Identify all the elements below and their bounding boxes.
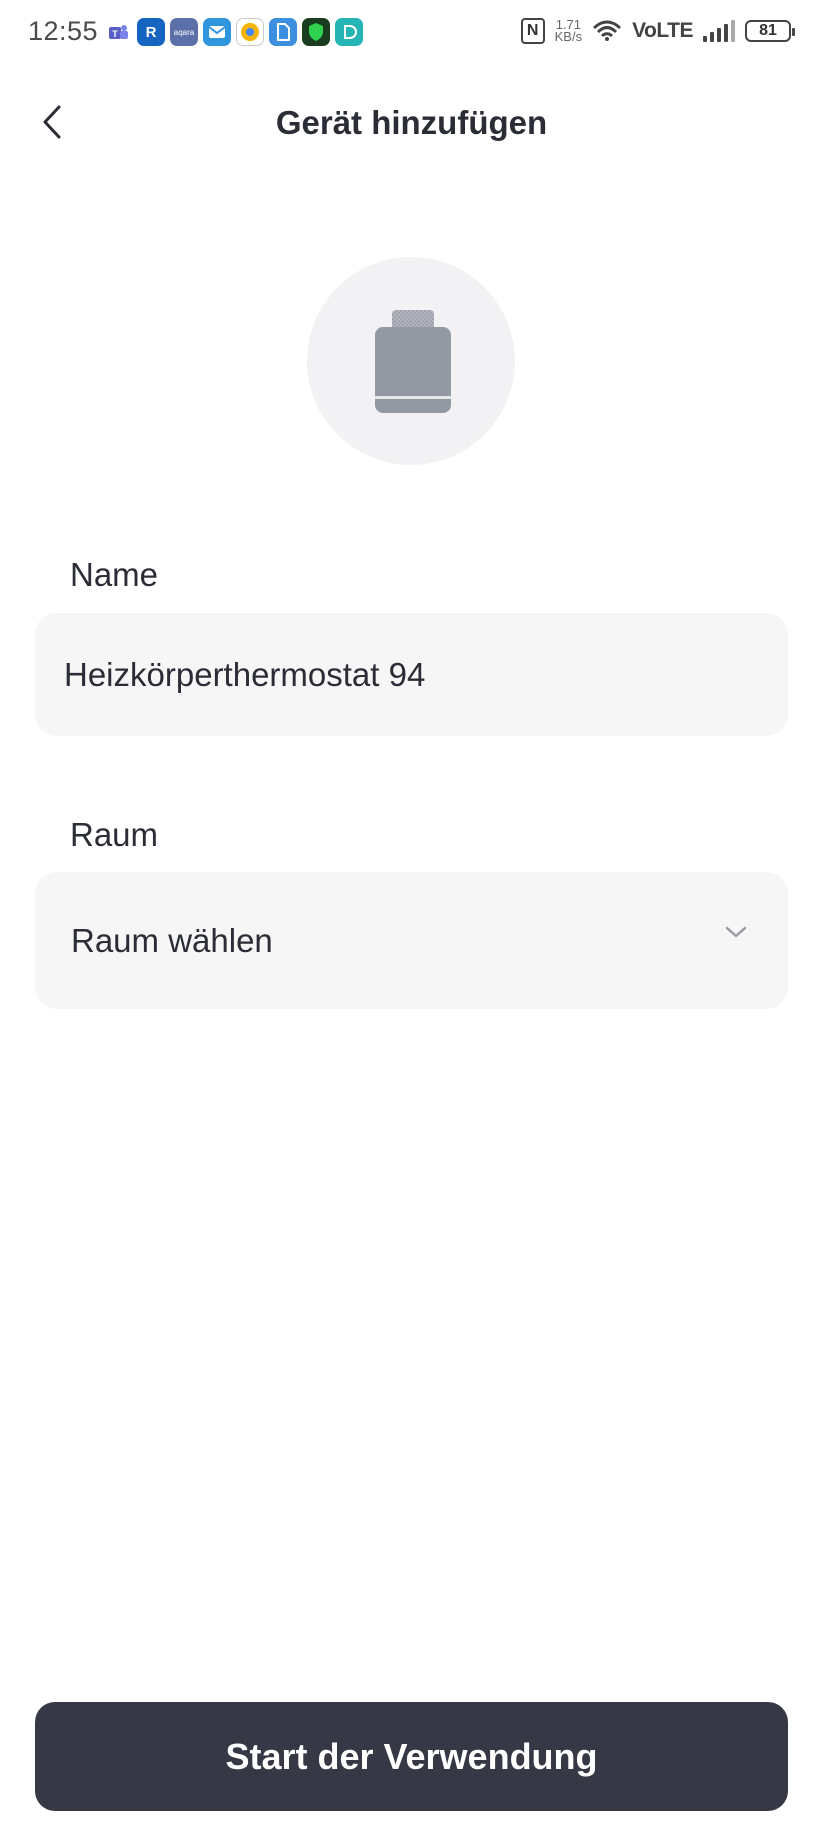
radiator-thermostat-icon: [375, 310, 451, 413]
start-button-label: Start der Verwendung: [225, 1735, 598, 1777]
status-time: 12:55: [28, 16, 99, 46]
chrome-like-icon: [236, 18, 264, 46]
network-speed-unit: KB/s: [554, 29, 583, 44]
name-input-value: Heizkörperthermostat 94: [64, 655, 426, 693]
signal-icon: [703, 20, 735, 42]
status-bar: 12:55 T R aqara N 1.71 KB/s VoLTE 81: [0, 0, 823, 68]
mail-icon: [203, 18, 231, 46]
start-button[interactable]: Start der Verwendung: [35, 1702, 788, 1811]
chevron-down-icon: [725, 926, 747, 938]
security-icon: [302, 18, 330, 46]
nfc-icon: N: [520, 18, 545, 44]
dash-app-icon: [335, 18, 363, 46]
app-header: Gerät hinzufügen: [0, 90, 823, 158]
device-image: [307, 257, 515, 465]
network-speed: 1.71 KB/s: [554, 18, 583, 44]
wifi-icon: [593, 20, 622, 41]
room-label: Raum: [70, 816, 159, 853]
svg-text:T: T: [112, 29, 118, 39]
room-select[interactable]: Raum wählen: [35, 872, 788, 1009]
aqara-icon: aqara: [170, 18, 198, 46]
name-label: Name: [70, 556, 159, 593]
sim-app-icon: [269, 18, 297, 46]
name-input[interactable]: Heizkörperthermostat 94: [35, 613, 788, 736]
room-select-value: Raum wählen: [71, 921, 273, 959]
battery-icon: 81: [745, 20, 795, 42]
volte-label: VoLTE: [632, 19, 693, 42]
teams-icon: T: [104, 18, 132, 46]
status-indicators: N 1.71 KB/s VoLTE 81: [520, 18, 795, 44]
page-title: Gerät hinzufügen: [275, 104, 548, 141]
notification-icons: T R aqara: [104, 18, 363, 46]
r-app-icon: R: [137, 18, 165, 46]
